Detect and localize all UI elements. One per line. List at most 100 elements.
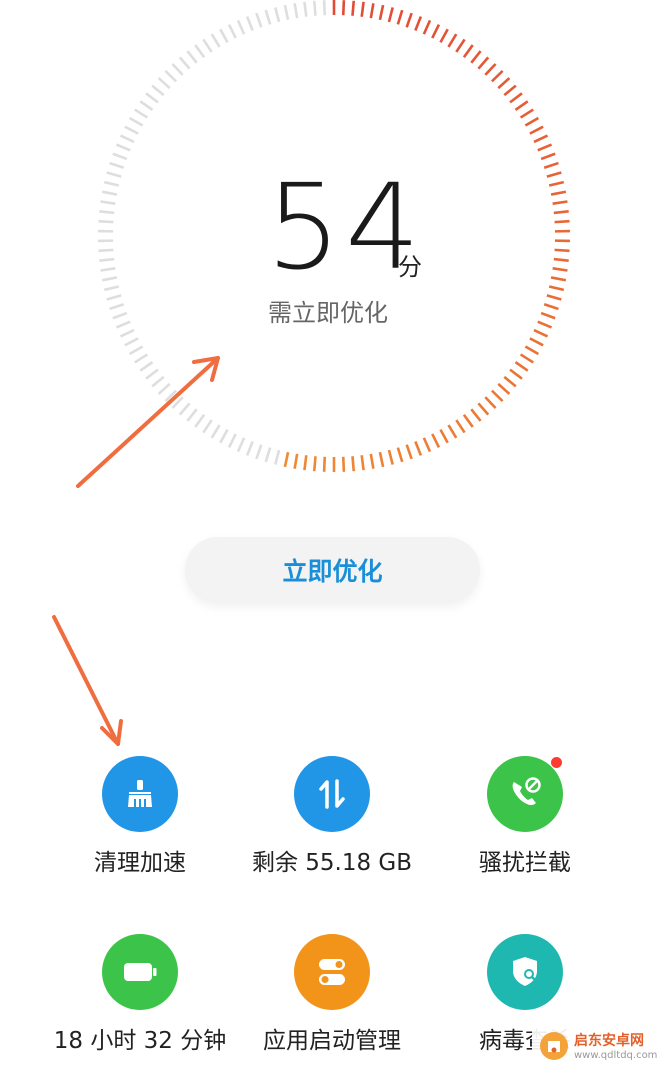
gauge-tick [101, 268, 116, 270]
tool-clean-speedup[interactable]: 清理加速 [30, 756, 250, 906]
gauge-tick [551, 277, 566, 280]
gauge-tick [389, 450, 393, 465]
tool-harassment-block[interactable]: 骚扰拦截 [415, 756, 635, 906]
gauge-tick [104, 182, 119, 185]
score-status: 需立即优化 [268, 298, 388, 328]
tool-label: 骚扰拦截 [415, 848, 635, 878]
gauge-tick [371, 454, 374, 469]
gauge-tick [525, 347, 538, 355]
gauge-tick [324, 0, 325, 15]
tool-storage[interactable]: 剩余 55.18 GB [222, 756, 442, 906]
gauge-tick [555, 250, 570, 251]
tool-label: 应用启动管理 [222, 1026, 442, 1056]
gauge-tick [107, 295, 121, 299]
gauge-tick [521, 354, 534, 362]
gauge-tick [538, 145, 552, 151]
watermark-url: www.qdltdq.com [574, 1050, 657, 1061]
tool-battery[interactable]: 18 小时 32 分钟 [30, 934, 250, 1084]
gauge-tick [534, 136, 548, 142]
gauge-tick [285, 5, 288, 20]
gauge-tick [116, 145, 130, 151]
gauge-tick [547, 173, 561, 177]
gauge-tick [146, 370, 158, 379]
gauge-tick [247, 441, 253, 455]
transfer-arrows-icon [294, 756, 370, 832]
gauge-tick [432, 434, 439, 447]
gauge-tick [521, 110, 534, 118]
gauge-tick [547, 295, 561, 299]
gauge-tick [102, 277, 117, 280]
gauge-tick [247, 17, 253, 31]
gauge-tick [195, 45, 204, 57]
score-unit: 分 [398, 255, 422, 279]
gauge-tick [285, 452, 288, 467]
gauge-tick [407, 445, 412, 459]
gauge-tick [464, 415, 473, 427]
gauge-tick [456, 420, 464, 432]
gauge-tick [515, 362, 527, 371]
broom-icon [102, 756, 178, 832]
gauge-tick [229, 25, 236, 38]
gauge-tick [172, 64, 182, 75]
gauge-tick [212, 425, 220, 438]
gauge-tick [275, 7, 279, 22]
gauge-tick [389, 7, 393, 22]
gauge-tick [212, 34, 220, 47]
phone-block-icon [487, 756, 563, 832]
gauge-tick [159, 384, 170, 394]
gauge-tick [448, 34, 456, 47]
gauge-tick [555, 221, 570, 222]
gauge-tick [498, 384, 509, 394]
tool-label: 18 小时 32 分钟 [30, 1026, 250, 1056]
gauge-tick [538, 322, 552, 328]
gauge-tick [256, 13, 261, 27]
gauge-tick [432, 25, 439, 38]
gauge-tick [530, 127, 543, 134]
gauge-tick [120, 136, 134, 142]
gauge-tick [98, 221, 113, 222]
tool-app-launch-management[interactable]: 应用启动管理 [222, 934, 442, 1084]
gauge-tick [515, 101, 527, 110]
gauge-tick [120, 330, 134, 336]
gauge-tick [116, 322, 130, 328]
gauge-tick [456, 39, 464, 51]
gauge-tick [135, 110, 148, 118]
gauge-tick [541, 154, 555, 159]
gauge-tick [314, 1, 315, 16]
gauge-tick [352, 1, 353, 16]
gauge-tick [380, 5, 383, 20]
battery-icon [102, 934, 178, 1010]
tool-label: 剩余 55.18 GB [222, 848, 442, 878]
gauge-tick [238, 438, 244, 452]
optimize-now-button[interactable]: 立即优化 [185, 537, 480, 603]
gauge-tick [107, 173, 121, 177]
gauge-tick [549, 286, 564, 289]
gauge-tick [544, 163, 558, 168]
gauge-tick [125, 127, 138, 134]
gauge-tick [525, 118, 538, 126]
gauge-tick [504, 377, 516, 387]
gauge-tick [159, 78, 170, 88]
gauge-tick [551, 192, 566, 195]
gauge-tick [110, 304, 124, 309]
gauge-tick [534, 330, 548, 336]
gauge-tick [362, 455, 364, 470]
gauge-tick [324, 457, 325, 472]
gauge-tick [424, 438, 430, 452]
arrow-icon [54, 617, 121, 744]
gauge-tick [398, 10, 402, 24]
gauge-tick [510, 370, 522, 379]
gauge-tick [343, 457, 344, 472]
gauge-tick [314, 456, 315, 471]
gauge-tick [304, 2, 306, 17]
gauge-tick [553, 202, 568, 204]
gauge-tick [266, 10, 270, 24]
gauge-tick [371, 3, 374, 18]
gauge-tick [544, 304, 558, 309]
gauge-tick [203, 420, 211, 432]
gauge-tick [471, 51, 480, 63]
gauge-tick [113, 313, 127, 318]
gauge-tick [98, 250, 113, 251]
gauge-tick [415, 17, 421, 31]
gauge-tick [229, 434, 236, 447]
